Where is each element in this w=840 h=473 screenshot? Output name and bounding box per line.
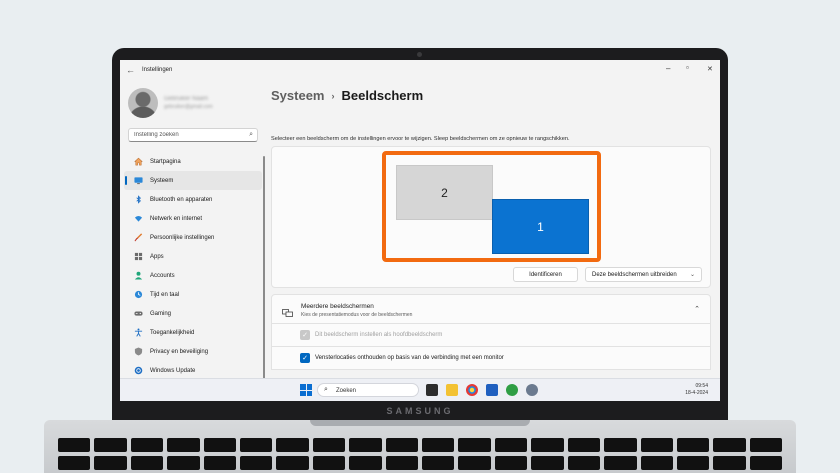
gamepad-icon (134, 309, 143, 318)
app-title: Instellingen (142, 67, 173, 73)
identify-button[interactable]: Identificeren (513, 267, 578, 282)
task-view-icon[interactable] (426, 384, 438, 396)
profile-name: Gebruiker Naam (164, 96, 209, 102)
apps-icon (134, 252, 143, 261)
sidebar-item-apps[interactable]: Apps (124, 247, 262, 266)
multiple-displays-icon (282, 305, 293, 317)
laptop-keyboard-deck (44, 420, 796, 473)
taskbar-clock[interactable]: 09:54 18-4-2024 (685, 383, 708, 397)
laptop-hinge (310, 420, 530, 426)
back-arrow-icon[interactable]: ← (126, 65, 135, 75)
breadcrumb: Systeem › Beeldscherm (271, 88, 423, 103)
chrome-icon[interactable] (466, 384, 478, 396)
minimize-button[interactable]: – (666, 64, 670, 73)
close-button[interactable]: ✕ (707, 65, 713, 73)
shield-icon (134, 347, 143, 356)
taskbar: ⌕ Zoeken 09:54 18-4-2024 (120, 378, 720, 401)
remember-windows-checkbox[interactable]: ✓ (300, 353, 310, 363)
title-bar: ← Instellingen – ▫ ✕ (120, 60, 720, 82)
chevron-down-icon: ⌄ (689, 272, 695, 278)
sidebar-item-label: Windows Update (150, 367, 196, 374)
person-icon (134, 271, 143, 280)
display-arrangement-panel: 2 1 Identificeren Deze beeldschermen uit… (271, 146, 711, 288)
bluetooth-icon (134, 195, 143, 204)
main-display-checkbox: ✓ (300, 330, 310, 340)
highlight-frame: 2 1 (382, 151, 601, 262)
sidebar-item-label: Persoonlijke instellingen (150, 234, 215, 241)
sidebar-item-label: Startpagina (150, 158, 181, 165)
sidebar-item-gaming[interactable]: Gaming (124, 304, 262, 323)
taskbar-search-label: Zoeken (336, 387, 357, 394)
clock-time: 09:54 (695, 383, 708, 389)
sidebar-item-privacy[interactable]: Privacy en beveiliging (124, 342, 262, 361)
section-subtitle: Kies de presentatiemodus voor de beeldsc… (301, 312, 413, 318)
sidebar-item-tijd-taal[interactable]: Tijd en taal (124, 285, 262, 304)
sidebar-item-label: Netwerk en internet (150, 215, 203, 222)
wifi-icon (134, 214, 143, 223)
webcam (417, 52, 422, 57)
keyboard-row (58, 456, 783, 470)
option-row-remember-windows: ✓ Vensterlocaties onthouden op basis van… (271, 347, 711, 370)
display-mode-value: Deze beeldschermen uitbreiden (592, 271, 677, 278)
sidebar-item-label: Apps (150, 253, 164, 260)
brand-logo: SAMSUNG (386, 406, 454, 416)
page-title: Beeldscherm (341, 88, 424, 103)
monitor-icon (134, 176, 143, 185)
sidebar-item-label: Tijd en taal (150, 291, 180, 298)
brush-icon (134, 233, 143, 242)
breadcrumb-separator: › (331, 91, 335, 101)
monitor-2-tile[interactable]: 2 (396, 165, 493, 220)
sidebar-item-bluetooth[interactable]: Bluetooth en apparaten (124, 190, 262, 209)
sidebar-scrollbar[interactable] (263, 156, 265, 386)
search-icon[interactable]: ⌕ (249, 131, 253, 139)
chevron-up-icon[interactable]: ⌃ (694, 305, 700, 313)
sidebar-item-systeem[interactable]: Systeem (124, 171, 262, 190)
keyboard-row (58, 438, 783, 452)
option-label: Dit beeldscherm instellen als hoofdbeeld… (315, 332, 443, 338)
avatar[interactable] (128, 88, 158, 118)
breadcrumb-parent-link[interactable]: Systeem (271, 88, 324, 103)
search-field[interactable]: ⌕ (128, 128, 258, 142)
start-button[interactable] (300, 384, 312, 396)
search-input[interactable] (134, 132, 239, 138)
multiple-displays-header[interactable]: Meerdere beeldschermen Kies de presentat… (271, 294, 711, 324)
profile-email: gebruiker@gmail.com (164, 104, 213, 110)
sidebar-item-netwerk[interactable]: Netwerk en internet (124, 209, 262, 228)
sidebar-item-toegankelijkheid[interactable]: Toegankelijkheid (124, 323, 262, 342)
sidebar-item-label: Accounts (150, 272, 175, 279)
file-explorer-icon[interactable] (446, 384, 458, 396)
sidebar-item-label: Systeem (150, 177, 174, 184)
home-icon (134, 157, 143, 166)
outlook-icon[interactable] (486, 384, 498, 396)
settings-gear-icon[interactable] (526, 384, 538, 396)
sidebar-item-persoonlijk[interactable]: Persoonlijke instellingen (124, 228, 262, 247)
sidebar-item-label: Gaming (150, 310, 172, 317)
globe-clock-icon (134, 290, 143, 299)
search-icon: ⌕ (324, 386, 328, 393)
display-mode-dropdown[interactable]: Deze beeldschermen uitbreiden ⌄ (585, 267, 702, 282)
settings-window: ← Instellingen – ▫ ✕ Gebruiker Naam gebr… (120, 60, 720, 401)
arrangement-hint: Selecteer een beeldscherm om de instelli… (271, 136, 570, 142)
laptop-lid: ← Instellingen – ▫ ✕ Gebruiker Naam gebr… (112, 48, 728, 412)
monitor-1-tile[interactable]: 1 (492, 199, 589, 254)
option-label: Vensterlocaties onthouden op basis van d… (315, 355, 504, 361)
accessibility-icon (134, 328, 143, 337)
whatsapp-icon[interactable] (506, 384, 518, 396)
section-title: Meerdere beeldschermen (301, 303, 374, 310)
sidebar-item-label: Bluetooth en apparaten (150, 196, 213, 203)
sidebar-item-label: Toegankelijkheid (150, 329, 195, 336)
sidebar-item-accounts[interactable]: Accounts (124, 266, 262, 285)
maximize-button[interactable]: ▫ (686, 63, 689, 72)
clock-date: 18-4-2024 (685, 390, 708, 396)
taskbar-search[interactable]: ⌕ Zoeken (317, 383, 419, 397)
sidebar-nav: Startpagina Systeem Bluetooth en apparat… (124, 152, 262, 380)
sidebar-item-label: Privacy en beveiliging (150, 348, 209, 355)
sidebar-item-startpagina[interactable]: Startpagina (124, 152, 262, 171)
option-row-main-display: ✓ Dit beeldscherm instellen als hoofdbee… (271, 324, 711, 347)
sync-icon (134, 366, 143, 375)
